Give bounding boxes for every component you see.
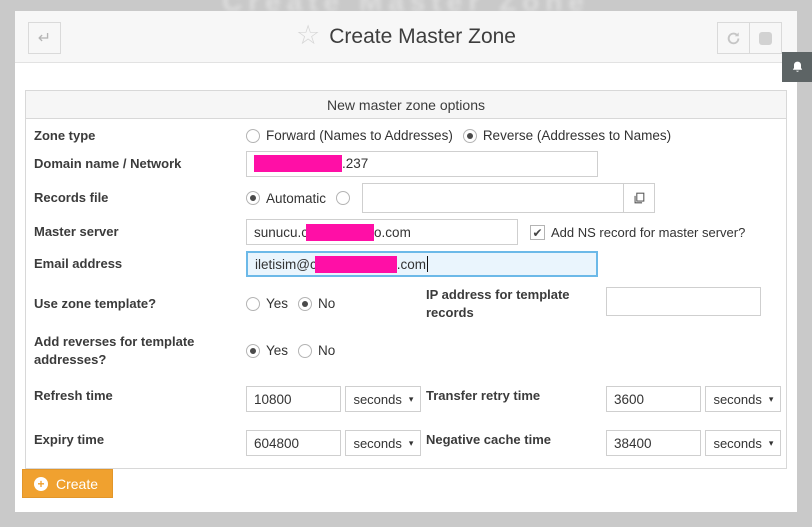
email-address-input[interactable]: iletisim@c .com — [246, 251, 598, 277]
radio-zone-type-reverse-label: Reverse (Addresses to Names) — [483, 128, 671, 143]
create-button[interactable]: + Create — [22, 469, 113, 498]
master-value-suffix: o.com — [374, 225, 411, 240]
expiry-time-unit-value: seconds — [353, 436, 401, 451]
radio-records-automatic[interactable] — [246, 191, 260, 205]
create-master-zone-window: ↵ ☆ Create Master Zone New master zone o… — [15, 11, 797, 512]
transfer-retry-input[interactable]: 3600 — [606, 386, 701, 412]
plus-circle-icon: + — [34, 477, 48, 491]
text-cursor — [427, 256, 428, 272]
email-value-prefix: iletisim@c — [255, 257, 317, 272]
chevron-down-icon: ▾ — [769, 438, 774, 449]
transfer-retry-label: Transfer retry time — [426, 387, 606, 405]
row-use-template: Use zone template? Yes No IP address for… — [26, 280, 786, 327]
ip-template-label: IP address for template records — [426, 286, 606, 321]
radio-add-reverses-yes-label: Yes — [266, 343, 288, 358]
negative-cache-label: Negative cache time — [426, 431, 606, 449]
refresh-time-unit-value: seconds — [353, 392, 401, 407]
row-zone-type: Zone type Forward (Names to Addresses) R… — [26, 124, 786, 148]
page-title: Create Master Zone — [329, 25, 516, 49]
redacted-email-value — [315, 256, 397, 273]
back-button[interactable]: ↵ — [28, 22, 61, 54]
radio-zone-type-reverse[interactable] — [463, 129, 477, 143]
file-chooser-button[interactable] — [623, 183, 655, 213]
transfer-retry-unit-select[interactable]: seconds ▾ — [705, 386, 781, 412]
radio-use-template-no[interactable] — [298, 297, 312, 311]
row-email-address: Email address iletisim@c .com — [26, 248, 786, 280]
new-master-zone-options-panel: New master zone options Zone type Forwar… — [25, 90, 787, 469]
row-add-reverses: Add reverses for template addresses? Yes… — [26, 327, 786, 374]
add-reverses-label: Add reverses for template addresses? — [34, 333, 246, 368]
radio-add-reverses-no-label: No — [318, 343, 335, 358]
notification-bell-button[interactable] — [782, 52, 812, 82]
refresh-time-input[interactable]: 10800 — [246, 386, 341, 412]
redacted-domain-value — [254, 155, 342, 172]
use-template-label: Use zone template? — [34, 295, 246, 313]
domain-name-label: Domain name / Network — [34, 155, 246, 173]
records-file-input[interactable] — [362, 183, 624, 213]
radio-use-template-no-label: No — [318, 296, 335, 311]
negative-cache-unit-select[interactable]: seconds ▾ — [705, 430, 781, 456]
stop-icon — [759, 32, 772, 45]
chevron-down-icon: ▾ — [409, 394, 414, 405]
row-domain-name: Domain name / Network .237 — [26, 148, 786, 181]
add-ns-record-label: Add NS record for master server? — [551, 225, 745, 240]
row-master-server: Master server sunucu.c o.com ✔ Add NS rec… — [26, 216, 786, 248]
chevron-down-icon: ▾ — [409, 438, 414, 449]
file-copy-icon — [632, 191, 646, 205]
radio-records-file[interactable] — [336, 191, 350, 205]
favorite-star-icon[interactable]: ☆ — [296, 22, 320, 49]
radio-use-template-yes-label: Yes — [266, 296, 288, 311]
expiry-time-unit-select[interactable]: seconds ▾ — [345, 430, 421, 456]
row-expiry-time: Expiry time 604800 seconds ▾ Negative ca… — [26, 418, 786, 462]
master-server-input[interactable]: sunucu.c o.com — [246, 219, 518, 245]
radio-records-automatic-label: Automatic — [266, 191, 326, 206]
master-server-label: Master server — [34, 223, 246, 241]
refresh-icon — [726, 31, 741, 46]
window-header: ↵ ☆ Create Master Zone — [15, 11, 797, 63]
refresh-button[interactable] — [717, 22, 750, 54]
return-arrow-icon: ↵ — [38, 28, 51, 48]
domain-value-suffix: .237 — [342, 156, 368, 171]
radio-add-reverses-yes[interactable] — [246, 344, 260, 358]
radio-add-reverses-no[interactable] — [298, 344, 312, 358]
row-refresh-time: Refresh time 10800 seconds ▾ Transfer re… — [26, 374, 786, 418]
refresh-time-unit-select[interactable]: seconds ▾ — [345, 386, 421, 412]
records-file-label: Records file — [34, 189, 246, 207]
redacted-master-value — [306, 224, 374, 241]
expiry-time-input[interactable]: 604800 — [246, 430, 341, 456]
transfer-retry-unit-value: seconds — [713, 392, 761, 407]
expiry-time-label: Expiry time — [34, 431, 246, 449]
bell-icon — [790, 60, 805, 75]
radio-zone-type-forward[interactable] — [246, 129, 260, 143]
refresh-time-label: Refresh time — [34, 387, 246, 405]
negative-cache-unit-value: seconds — [713, 436, 761, 451]
row-records-file: Records file Automatic — [26, 180, 786, 216]
stop-button[interactable] — [749, 22, 782, 54]
email-address-label: Email address — [34, 255, 246, 273]
radio-use-template-yes[interactable] — [246, 297, 260, 311]
create-button-label: Create — [56, 476, 98, 492]
email-value-suffix: .com — [397, 257, 426, 272]
chevron-down-icon: ▾ — [769, 394, 774, 405]
ip-template-input[interactable] — [606, 287, 761, 316]
zone-type-label: Zone type — [34, 127, 246, 145]
master-value-prefix: sunucu.c — [254, 225, 308, 240]
negative-cache-input[interactable]: 38400 — [606, 430, 701, 456]
panel-title: New master zone options — [26, 91, 786, 119]
domain-name-input[interactable]: .237 — [246, 151, 598, 177]
radio-zone-type-forward-label: Forward (Names to Addresses) — [266, 128, 453, 143]
add-ns-record-checkbox[interactable]: ✔ — [530, 225, 545, 240]
